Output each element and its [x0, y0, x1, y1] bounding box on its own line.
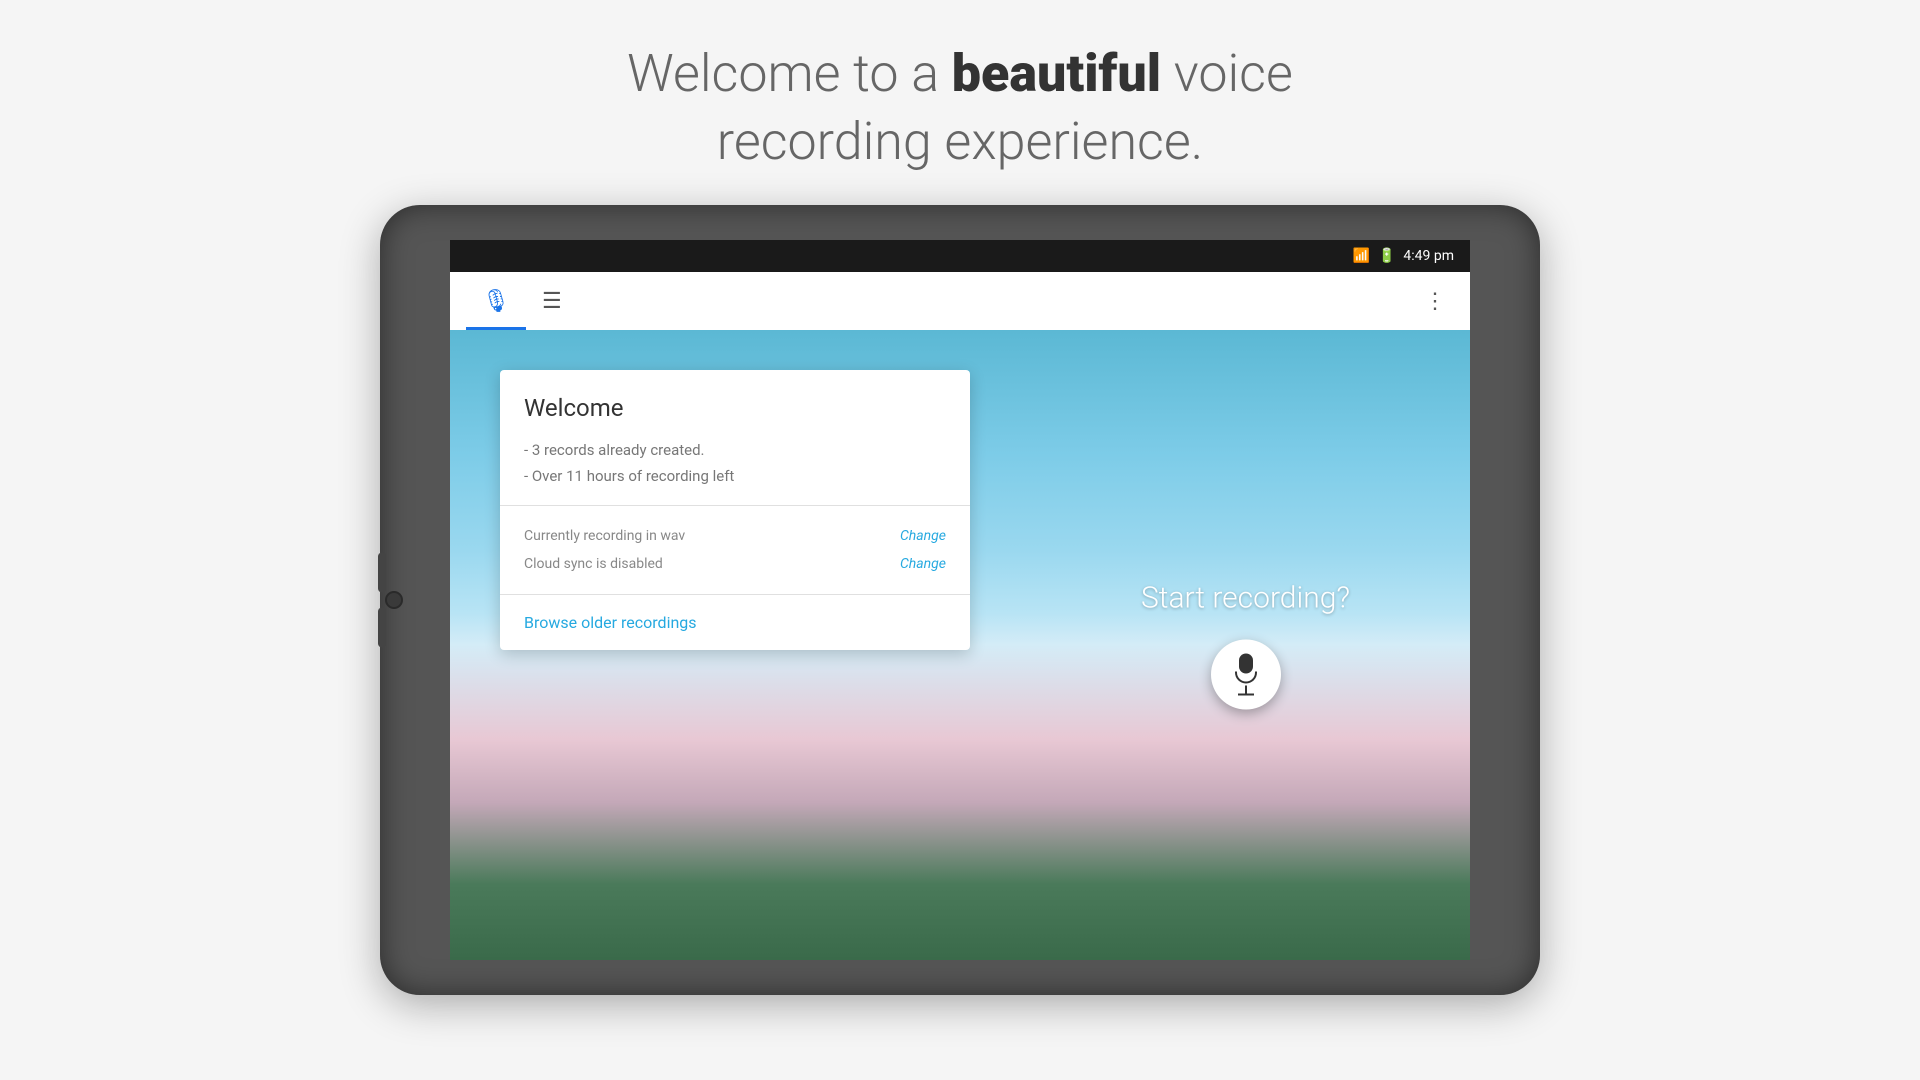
- header-post: voice: [1161, 43, 1293, 104]
- header-line2: recording experience.: [717, 111, 1203, 172]
- tablet-camera: [385, 591, 403, 609]
- mic-stand: [1245, 686, 1247, 694]
- mic-base: [1238, 694, 1254, 696]
- setting-row-cloud: Cloud sync is disabled Change: [524, 550, 946, 578]
- card-settings: Currently recording in wav Change Cloud …: [500, 506, 970, 594]
- card-title: Welcome: [524, 394, 946, 422]
- setting-format-label: Currently recording in wav: [524, 528, 685, 544]
- header-pre: Welcome to a: [627, 43, 952, 104]
- tab-record[interactable]: 🎙: [466, 272, 526, 330]
- card-info-line1: - 3 records already created.: [524, 438, 946, 464]
- main-content: Welcome - 3 records already created. - O…: [450, 330, 1470, 960]
- setting-format-change[interactable]: Change: [900, 528, 946, 544]
- app-bar: 🎙 ☰ ⋮: [450, 272, 1470, 330]
- tablet-screen: 📶 🔋 4:49 pm 🎙 ☰ ⋮ Welcome: [450, 240, 1470, 960]
- tab-list[interactable]: ☰: [526, 272, 578, 330]
- welcome-card: Welcome - 3 records already created. - O…: [500, 370, 970, 650]
- setting-cloud-label: Cloud sync is disabled: [524, 556, 663, 572]
- volume-bump: [378, 553, 386, 593]
- record-prompt: Start recording?: [1141, 581, 1350, 616]
- list-icon: ☰: [542, 289, 562, 314]
- record-section: Start recording?: [1141, 581, 1350, 710]
- tablet-frame: 📶 🔋 4:49 pm 🎙 ☰ ⋮ Welcome: [380, 205, 1540, 995]
- mic-icon: [1235, 654, 1257, 696]
- card-info: - 3 records already created. - Over 11 h…: [524, 438, 946, 489]
- setting-cloud-change[interactable]: Change: [900, 556, 946, 572]
- more-options-button[interactable]: ⋮: [1416, 281, 1454, 322]
- microphone-icon: 🎙: [482, 289, 510, 314]
- card-footer: Browse older recordings: [500, 595, 970, 650]
- header-bold: beautiful: [952, 43, 1161, 104]
- header-line1: Welcome to a beautiful voice: [627, 43, 1293, 104]
- record-button[interactable]: [1211, 640, 1281, 710]
- mic-body: [1239, 654, 1253, 674]
- card-info-line2: - Over 11 hours of recording left: [524, 464, 946, 490]
- browse-recordings-link[interactable]: Browse older recordings: [524, 613, 697, 632]
- volume-bump-2: [378, 608, 386, 648]
- battery-icon: 🔋: [1378, 248, 1395, 264]
- wifi-icon: 📶: [1353, 248, 1370, 264]
- app-bar-tabs: 🎙 ☰: [466, 272, 1416, 330]
- card-header: Welcome - 3 records already created. - O…: [500, 370, 970, 505]
- status-bar: 📶 🔋 4:49 pm: [450, 240, 1470, 272]
- setting-row-format: Currently recording in wav Change: [524, 522, 946, 550]
- status-time: 4:49 pm: [1403, 248, 1454, 264]
- page-header: Welcome to a beautiful voice recording e…: [627, 40, 1293, 175]
